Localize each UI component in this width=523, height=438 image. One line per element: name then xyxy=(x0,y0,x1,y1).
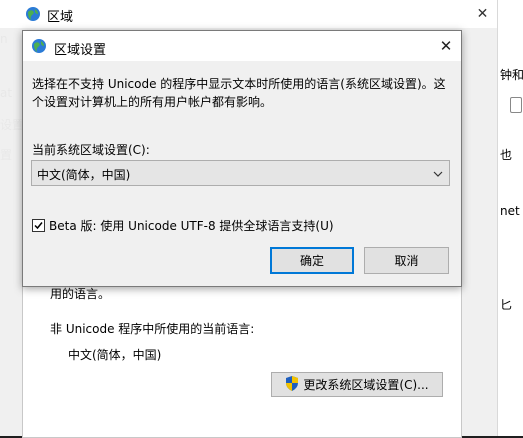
chevron-down-icon xyxy=(433,168,443,178)
current-non-unicode-language: 中文(简体，中国) xyxy=(68,348,162,362)
system-locale-select[interactable]: 中文(简体，中国) xyxy=(31,160,450,186)
region-window-title: 区域 xyxy=(47,10,74,25)
system-locale-value: 中文(简体，中国) xyxy=(37,168,131,182)
cancel-button[interactable]: 取消 xyxy=(364,247,449,274)
non-unicode-label: 非 Unicode 程序中所使用的当前语言: xyxy=(50,322,255,336)
right-fragment: net xyxy=(500,204,520,218)
change-system-locale-button[interactable]: 更改系统区域设置(C)... xyxy=(271,372,443,397)
beta-utf8-option[interactable]: Beta 版: 使用 Unicode UTF-8 提供全球语言支持(U) xyxy=(32,217,334,234)
dialog-title: 区域设置 xyxy=(54,43,107,58)
right-fragment: 钟和 xyxy=(500,68,523,82)
right-fragment: 匕 xyxy=(500,298,513,312)
left-fragment: at xyxy=(0,86,13,100)
left-fragment: 置 xyxy=(0,148,13,162)
region-settings-dialog: 区域设置 ✕ 选择在不支持 Unicode 的程序中显示文本时所使用的语言(系统… xyxy=(22,30,462,287)
right-fragment: 也 xyxy=(500,148,513,162)
left-fragment: 设置 xyxy=(0,118,25,132)
left-background-fragments: n at 设置 置 xyxy=(0,0,25,436)
region-window-close-button[interactable]: ✕ xyxy=(468,0,497,28)
uac-shield-icon xyxy=(285,375,299,394)
current-locale-label: 当前系统区域设置(C): xyxy=(32,143,150,157)
beta-utf8-label: Beta 版: 使用 Unicode UTF-8 提供全球语言支持(U) xyxy=(49,219,334,233)
dialog-close-button[interactable]: ✕ xyxy=(431,31,461,61)
region-window-titlebar: 区域 ✕ xyxy=(0,0,497,28)
partial-text: 用的语言。 xyxy=(50,287,111,301)
change-system-locale-label: 更改系统区域设置(C)... xyxy=(303,378,429,392)
globe-icon xyxy=(31,38,47,54)
ok-button[interactable]: 确定 xyxy=(270,247,354,274)
dialog-titlebar: 区域设置 ✕ xyxy=(23,31,461,61)
left-fragment: n xyxy=(0,32,8,46)
globe-icon xyxy=(25,6,41,22)
dialog-description: 选择在不支持 Unicode 的程序中显示文本时所使用的语言(系统区域设置)。这… xyxy=(32,77,446,109)
beta-utf8-checkbox[interactable] xyxy=(32,219,45,232)
clock-icon xyxy=(510,97,522,113)
